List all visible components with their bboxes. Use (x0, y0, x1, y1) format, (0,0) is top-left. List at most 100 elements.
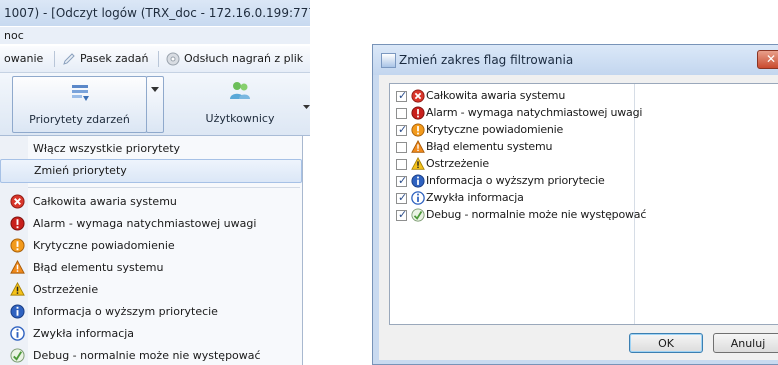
flag-item[interactable]: Alarm - wymaga natychmiastowej uwagi (396, 105, 642, 122)
menu-item-enable-all[interactable]: Włącz wszystkie priorytety (0, 138, 302, 160)
info-icon (411, 191, 425, 205)
pencil-icon (62, 52, 76, 66)
menu-item-label: Krytyczne powiadomienie (33, 239, 175, 252)
ribbon: Priorytety zdarzeń Użytkownicy (0, 73, 310, 136)
debug-icon (411, 208, 425, 222)
flag-item[interactable]: ✓ Całkowita awaria systemu (396, 88, 632, 105)
menu-item-label: Całkowita awaria systemu (33, 195, 177, 208)
toolbar-item-taskbar[interactable]: Pasek zadań (62, 46, 148, 72)
critical-notification-icon (411, 123, 425, 137)
toolbar-item-label: Pasek zadań (80, 52, 149, 65)
chevron-down-icon (151, 87, 159, 93)
menu-bar: noc (0, 27, 310, 44)
element-error-icon (411, 140, 425, 154)
dialog-title: Zmień zakres flag filtrowania (399, 53, 574, 67)
flag-label: Informacja o wyższym priorytecie (426, 174, 605, 187)
flag-item[interactable]: ✓ Zwykła informacja (396, 190, 632, 207)
debug-icon (10, 348, 25, 363)
flag-label: Zwykła informacja (426, 191, 524, 204)
menu-item-priority[interactable]: Błąd elementu systemu (0, 257, 302, 279)
toolbar-item-logging[interactable]: owanie (4, 46, 43, 72)
menu-item-label: Zwykła informacja (33, 327, 135, 340)
menu-item-label: Informacja o wyższym priorytecie (33, 305, 218, 318)
flag-label: Ostrzeżenie (426, 157, 489, 170)
event-priorities-button[interactable]: Priorytety zdarzeń (12, 76, 147, 133)
alarm-icon (411, 106, 425, 120)
flag-item[interactable]: Ostrzeżenie (396, 156, 632, 173)
toolbar-item-label: owanie (4, 52, 44, 65)
menu-item-priority[interactable]: Debug - normalnie może nie występować (0, 345, 302, 365)
warning-icon (10, 282, 25, 297)
menu-item-priority[interactable]: Informacja o wyższym priorytecie (0, 301, 302, 323)
event-priorities-dropdown-arrow[interactable] (146, 76, 164, 133)
toolbar-item-label: Odsłuch nagrań z plik (184, 52, 304, 65)
event-priorities-label: Priorytety zdarzeń (29, 113, 130, 126)
close-button[interactable]: ✕ (757, 50, 778, 69)
menu-item-label: Włącz wszystkie priorytety (33, 142, 181, 155)
flag-checkbox[interactable] (396, 159, 407, 170)
toolbar-divider (54, 51, 55, 67)
menu-item-label: Debug - normalnie może nie występować (33, 349, 261, 362)
toolbar: owanie Pasek zadań Odsłuch nagrań z plik (0, 46, 310, 73)
info-icon (10, 326, 25, 341)
window-icon (381, 53, 396, 68)
flags-checklist: ✓ Całkowita awaria systemu Alarm - wymag… (389, 83, 778, 325)
check-mark-icon: ✓ (398, 174, 408, 187)
chevron-down-icon[interactable] (303, 105, 310, 110)
high-info-icon (10, 304, 25, 319)
critical-failure-icon (411, 89, 425, 103)
flag-item[interactable]: Błąd elementu systemu (396, 139, 632, 156)
element-error-icon (10, 260, 25, 275)
toolbar-divider (158, 51, 159, 67)
flag-label: Alarm - wymaga natychmiastowej uwagi (426, 106, 643, 119)
menu-item-label: Alarm - wymaga natychmiastowej uwagi (33, 217, 257, 230)
menu-item-priority[interactable]: Krytyczne powiadomienie (0, 235, 302, 257)
main-window: 1007) - [Odczyt logów (TRX_doc - 172.16.… (0, 0, 310, 365)
menu-item-label: Zmień priorytety (34, 164, 127, 177)
warning-icon (411, 157, 425, 171)
menu-item-label: Błąd elementu systemu (33, 261, 164, 274)
users-icon (228, 79, 252, 103)
menu-item-priority[interactable]: Zwykła informacja (0, 323, 302, 345)
menu-item-priority[interactable]: Alarm - wymaga natychmiastowej uwagi (0, 213, 302, 235)
menu-item-priority[interactable]: Całkowita awaria systemu (0, 191, 302, 213)
alarm-icon (10, 216, 25, 231)
flag-checkbox[interactable]: ✓ (396, 123, 407, 136)
flag-checkbox[interactable]: ✓ (396, 174, 408, 187)
users-label: Użytkownicy (205, 112, 275, 125)
window-title: 1007) - [Odczyt logów (TRX_doc - 172.16.… (0, 0, 310, 26)
dialog-title-bar[interactable]: Zmień zakres flag filtrowania ✕ (373, 45, 778, 75)
flag-label: Debug - normalnie może nie występować (426, 208, 647, 221)
menu-item[interactable]: noc (4, 29, 24, 42)
flag-item[interactable]: ✓ Informacja o wyższym priorytecie (396, 173, 632, 190)
critical-notification-icon (10, 238, 25, 253)
list-divider (634, 84, 635, 324)
ok-button[interactable]: OK (629, 333, 703, 353)
flag-checkbox[interactable] (396, 142, 407, 153)
critical-failure-icon (10, 194, 25, 209)
priority-list-icon (70, 83, 90, 103)
flag-checkbox[interactable]: ✓ (396, 89, 408, 102)
menu-separator (28, 187, 300, 188)
flag-label: Błąd elementu systemu (426, 140, 553, 153)
flag-item[interactable]: ✓ Krytyczne powiadomienie (396, 122, 632, 139)
check-mark-icon: ✓ (398, 191, 408, 204)
flag-checkbox[interactable]: ✓ (396, 208, 408, 221)
check-mark-icon: ✓ (398, 208, 408, 221)
high-info-icon (411, 174, 425, 188)
flag-item[interactable]: ✓ Debug - normalnie może nie występować (396, 207, 646, 224)
flag-label: Krytyczne powiadomienie (426, 123, 564, 136)
flag-checkbox[interactable] (396, 108, 407, 119)
cancel-button[interactable]: Anuluj (713, 333, 778, 353)
flag-checkbox[interactable]: ✓ (396, 191, 408, 204)
flag-label: Całkowita awaria systemu (426, 89, 566, 102)
check-mark-icon: ✓ (398, 89, 408, 102)
filter-flags-dialog: Zmień zakres flag filtrowania ✕ ✓ Całkow… (372, 44, 778, 365)
users-button[interactable]: Użytkownicy (190, 76, 290, 131)
priorities-dropdown-menu: Włącz wszystkie priorytety Zmień prioryt… (0, 136, 303, 365)
disc-icon (166, 52, 180, 66)
toolbar-item-playback[interactable]: Odsłuch nagrań z plik (166, 46, 303, 72)
menu-item-priority[interactable]: Ostrzeżenie (0, 279, 302, 301)
menu-item-change-priorities[interactable]: Zmień priorytety (0, 159, 302, 183)
dialog-content: ✓ Całkowita awaria systemu Alarm - wymag… (379, 75, 778, 360)
